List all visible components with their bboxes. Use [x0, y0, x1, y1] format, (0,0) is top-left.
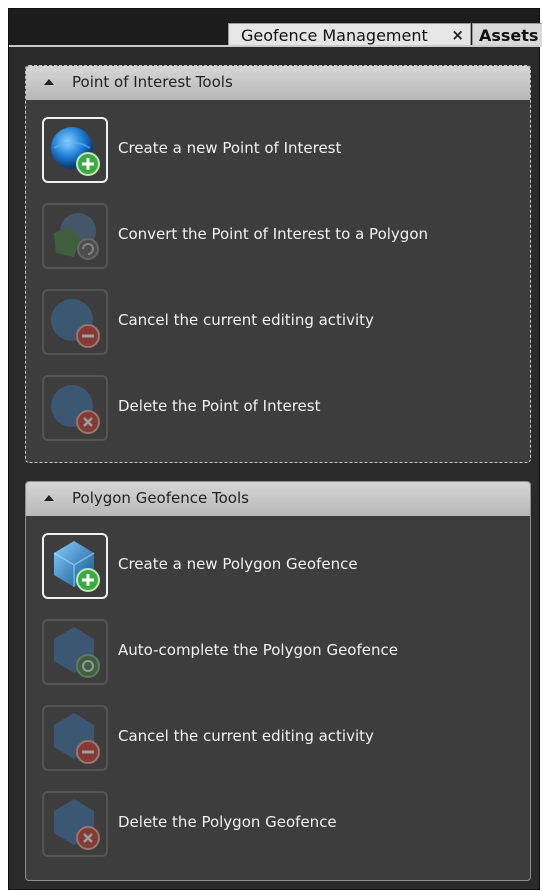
tab-label: Assets — [479, 26, 539, 45]
create-polygon-button[interactable] — [42, 533, 108, 599]
tool-autocomplete-polygon[interactable]: Auto-complete the Polygon Geofence — [42, 619, 512, 689]
cancel-poi-edit-button[interactable] — [42, 289, 108, 355]
group-point-of-interest-tools: Point of Interest Tools Create a new Poi… — [25, 65, 531, 463]
globe-convert-icon — [54, 213, 99, 260]
tool-label: Auto-complete the Polygon Geofence — [118, 641, 398, 659]
polygon-add-icon — [53, 541, 100, 592]
convert-poi-button[interactable] — [42, 203, 108, 269]
delete-poi-button[interactable] — [42, 375, 108, 441]
tool-panel: Point of Interest Tools Create a new Poi… — [9, 47, 539, 889]
tool-cancel-polygon-edit[interactable]: Cancel the current editing activity — [42, 705, 512, 775]
tool-label: Delete the Polygon Geofence — [118, 813, 337, 831]
tab-assets[interactable]: Assets — [472, 23, 542, 47]
group-title: Polygon Geofence Tools — [72, 489, 249, 507]
tool-label: Delete the Point of Interest — [118, 397, 321, 415]
group-header[interactable]: Polygon Geofence Tools — [26, 482, 530, 516]
globe-cancel-icon — [51, 299, 100, 348]
polygon-delete-icon — [54, 799, 100, 850]
tool-create-polygon[interactable]: Create a new Polygon Geofence — [42, 533, 512, 603]
collapse-arrow-icon[interactable] — [44, 495, 54, 501]
autocomplete-polygon-button[interactable] — [42, 619, 108, 685]
tool-label: Create a new Point of Interest — [118, 139, 342, 157]
delete-polygon-button[interactable] — [42, 791, 108, 857]
tool-label: Create a new Polygon Geofence — [118, 555, 358, 573]
tool-label: Convert the Point of Interest to a Polyg… — [118, 225, 428, 243]
tool-label: Cancel the current editing activity — [118, 727, 374, 745]
globe-add-icon — [51, 127, 100, 176]
create-poi-button[interactable] — [42, 117, 108, 183]
tool-create-poi[interactable]: Create a new Point of Interest — [42, 117, 512, 187]
globe-delete-icon — [51, 385, 100, 434]
polygon-autocomplete-icon — [54, 627, 100, 678]
group-header[interactable]: Point of Interest Tools — [26, 66, 530, 100]
tab-bar: Geofence Management × Assets — [9, 9, 542, 47]
collapse-arrow-icon[interactable] — [44, 79, 54, 85]
tool-delete-poi[interactable]: Delete the Point of Interest — [42, 375, 512, 445]
tool-convert-poi[interactable]: Convert the Point of Interest to a Polyg… — [42, 203, 512, 273]
group-title: Point of Interest Tools — [72, 73, 233, 91]
polygon-cancel-icon — [54, 713, 100, 764]
tool-label: Cancel the current editing activity — [118, 311, 374, 329]
tool-delete-polygon[interactable]: Delete the Polygon Geofence — [42, 791, 512, 861]
tool-cancel-poi-edit[interactable]: Cancel the current editing activity — [42, 289, 512, 359]
tab-label: Geofence Management — [241, 26, 428, 45]
group-polygon-geofence-tools: Polygon Geofence Tools Create a new Poly… — [25, 481, 531, 881]
tab-geofence-management[interactable]: Geofence Management × — [228, 23, 471, 47]
cancel-polygon-edit-button[interactable] — [42, 705, 108, 771]
geofence-window: Geofence Management × Assets Point of In… — [8, 8, 542, 890]
close-icon[interactable]: × — [451, 24, 464, 47]
